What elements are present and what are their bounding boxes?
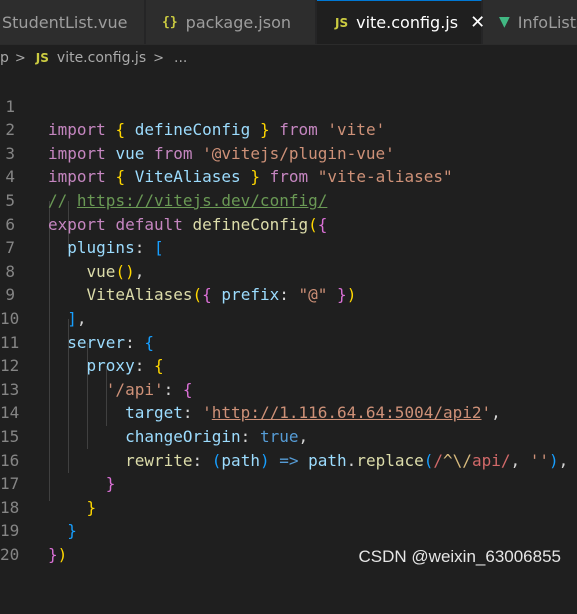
code-line: 4 // https://vitejs.dev/config/ [0, 142, 327, 210]
tab-infolists[interactable]: ▼ InfoLists [483, 0, 577, 44]
chevron-right-icon: > [153, 50, 165, 66]
code-line: 19 }) [0, 521, 68, 564]
code-line: 9 ], [0, 260, 86, 328]
breadcrumb-symbols[interactable]: ... [174, 50, 187, 66]
breadcrumb-folder[interactable]: p [0, 50, 9, 66]
code-line: 6 plugins: [ [0, 189, 163, 258]
code-line: 7 vue(), [0, 213, 144, 281]
code-line: 10 server: { [0, 308, 154, 352]
code-line: 11 proxy: { [0, 332, 164, 376]
chevron-right-icon: > [14, 50, 26, 66]
code-line: 12 '/api': { [0, 356, 193, 399]
tab-label: vite.config.js [356, 13, 459, 32]
js-file-icon: JS [35, 51, 49, 65]
code-line: 5 export default defineConfig({ [0, 165, 327, 234]
proxy-target-url[interactable]: http://1.116.64.64:5004/api2 [212, 403, 482, 422]
watermark: CSDN @weixin_63006855 [358, 547, 561, 566]
tab-vite-config-js[interactable]: JS vite.config.js ✕ [317, 0, 485, 44]
js-file-icon: JS [335, 15, 349, 30]
code-line: 1 import { defineConfig } from 'vite' [0, 71, 385, 140]
comment-link[interactable]: https://vitejs.dev/config/ [77, 191, 327, 210]
editor-tab-bar: StudentList.vue {} package.json JS vite.… [0, 0, 577, 45]
breadcrumb-file[interactable]: vite.config.js [57, 50, 146, 66]
code-line: 18 } [0, 497, 77, 541]
code-line: 8 ViteAliases({ prefix: "@" }) [0, 236, 356, 305]
breadcrumb: p > JS vite.config.js > ... [0, 45, 577, 71]
code-line: 20 [0, 519, 39, 564]
code-line: 14 changeOrigin: true, [0, 403, 309, 446]
code-line: 15 rewrite: (path) => path.replace(/^\/a… [0, 426, 569, 470]
json-file-icon: {} [162, 14, 178, 30]
code-line: 16 } [0, 450, 116, 494]
code-line: 13 target: 'http://1.116.64.64:5004/api2… [0, 379, 501, 423]
tab-label: StudentList.vue [2, 12, 128, 32]
code-line: 2 import vue from '@vitejs/plugin-vue' [0, 95, 394, 163]
tab-package-json[interactable]: {} package.json [146, 0, 316, 44]
tab-label: InfoLists [517, 12, 577, 32]
vue-file-icon: ▼ [499, 14, 510, 30]
line-number: 20 [0, 544, 20, 564]
tab-studentlist-vue[interactable]: StudentList.vue [0, 0, 145, 44]
code-line: 17 } [0, 474, 97, 517]
code-editor[interactable]: 1 import { defineConfig } from 'vite' 2 … [0, 71, 577, 577]
code-line: 3 import { ViteAliases } from "vite-alia… [0, 118, 452, 187]
tab-label: package.json [185, 12, 291, 32]
